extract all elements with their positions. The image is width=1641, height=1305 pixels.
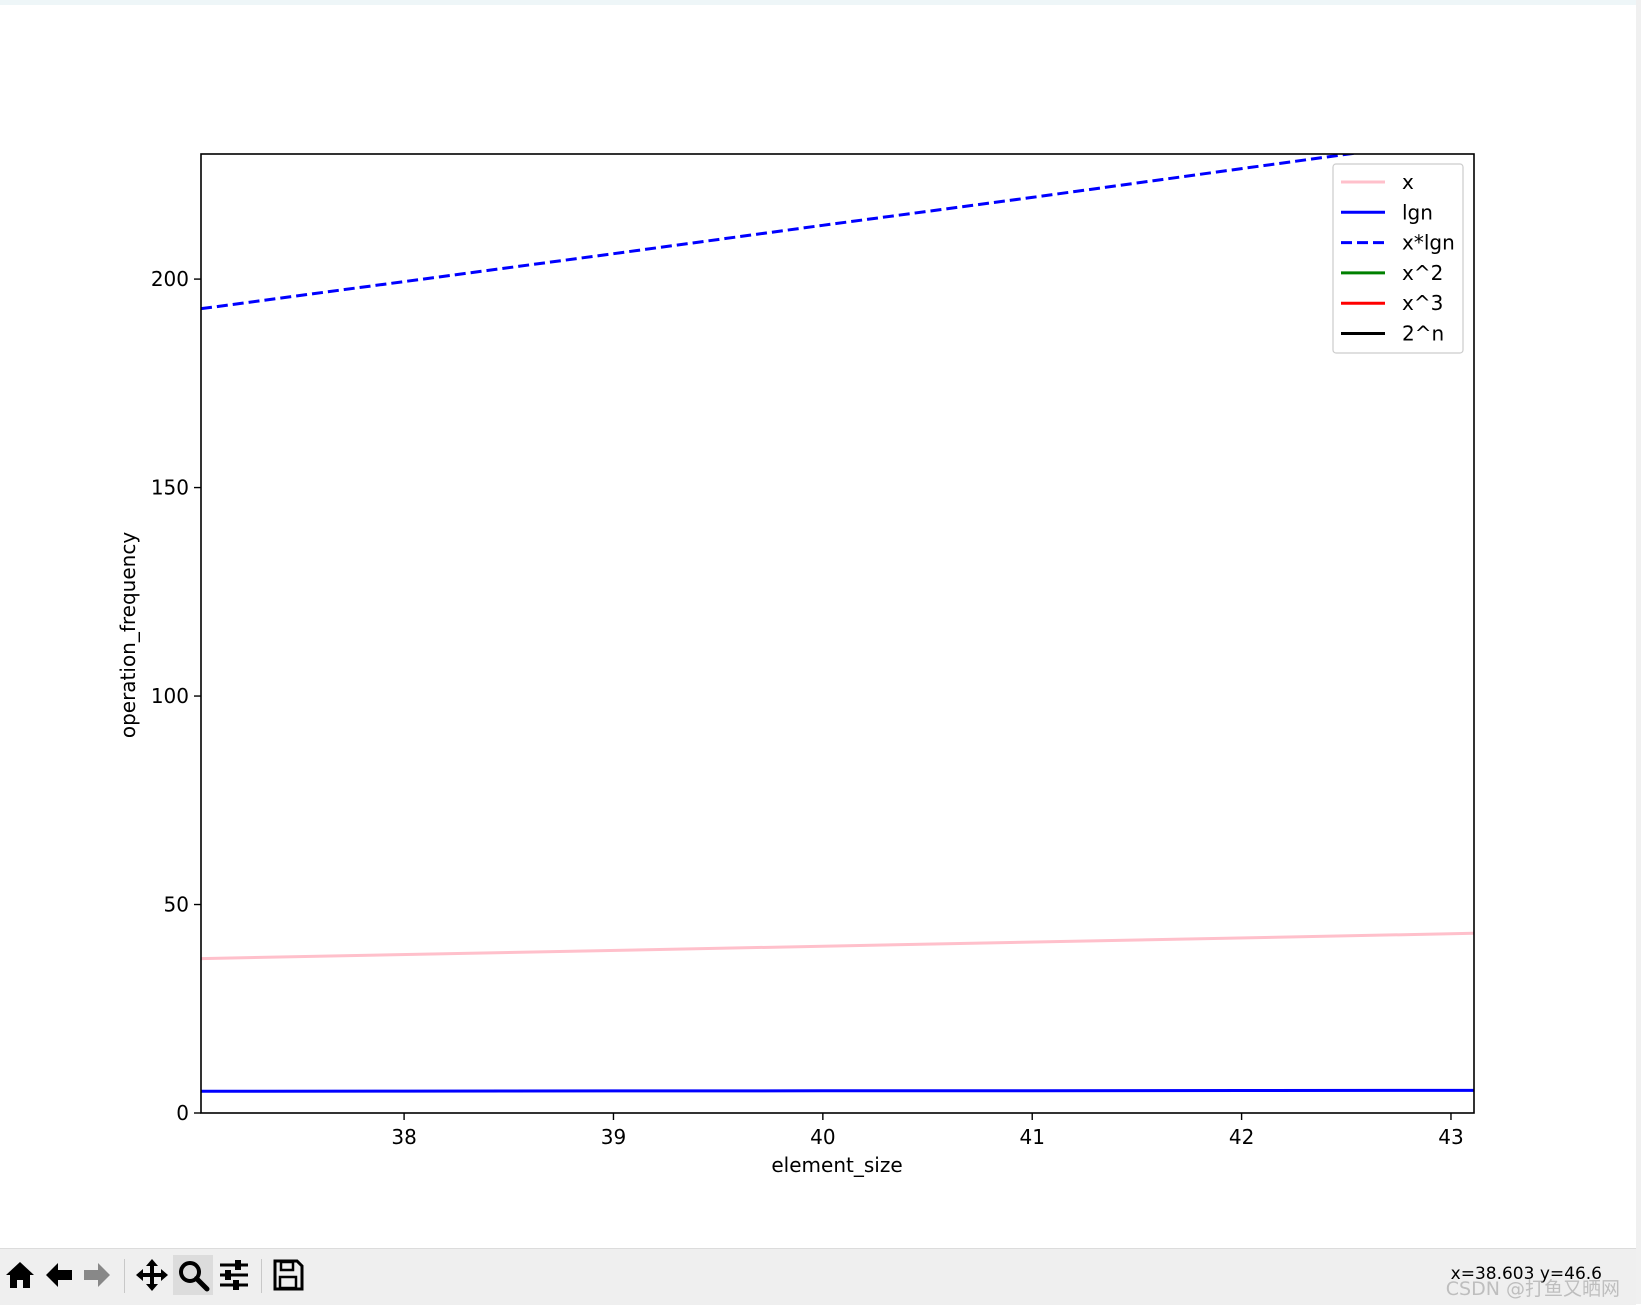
y-tick-label: 200 [151,267,189,291]
legend-label: lgn [1402,200,1433,224]
series-layer [201,154,1474,1093]
y-tick-label: 0 [176,1101,189,1125]
legend-label: 2^n [1402,322,1444,346]
save-button[interactable] [268,1255,308,1295]
series-line-x*lgn [201,154,1360,311]
back-button[interactable] [39,1255,79,1295]
x-tick-label: 39 [601,1125,626,1149]
y-tick-label: 100 [151,684,189,708]
x-axis-ticks: 38 39 40 41 42 43 [391,1113,1464,1149]
y-axis-ticks: 0 50 100 150 200 [151,267,201,1125]
navigation-toolbar: x=38.603 y=46.6 CSDN @打鱼又晒网 [0,1248,1636,1305]
x-tick-label: 43 [1438,1125,1463,1149]
watermark: CSDN @打鱼又晒网 [1445,1278,1620,1300]
legend-label: x^3 [1402,291,1443,315]
pan-button[interactable] [132,1255,172,1295]
x-tick-label: 41 [1019,1125,1044,1149]
toolbar-separator [261,1259,262,1293]
series-line-x [201,931,1474,961]
x-tick-label: 38 [391,1125,416,1149]
x-tick-label: 42 [1229,1125,1254,1149]
magnifier-icon [179,1261,210,1292]
toolbar-separator [124,1259,125,1293]
arrow-left-icon [46,1263,72,1287]
legend: x lgn x*lgn x^2 x^3 2^n [1332,163,1464,354]
chart: 38 39 40 41 42 43 0 50 100 150 200 element_size o… [116,153,1475,1177]
x-tick-label: 40 [810,1125,835,1149]
series-line-lgn [201,1088,1474,1093]
y-tick-label: 50 [164,893,189,917]
move-icon [136,1259,168,1291]
legend-label: x^2 [1402,261,1443,285]
y-tick-label: 150 [151,476,189,500]
y-axis-label: operation_frequency [116,532,140,739]
legend-label: x*lgn [1402,231,1455,255]
sliders-icon [220,1260,248,1290]
plot-frame [200,153,1475,1114]
forward-button[interactable] [77,1255,117,1295]
floppy-disk-icon [273,1259,304,1291]
home-icon [6,1262,34,1288]
legend-label: x [1402,170,1414,194]
zoom-button[interactable] [173,1255,213,1295]
configure-subplots-button[interactable] [214,1255,254,1295]
x-axis-label: element_size [771,1153,902,1177]
home-button[interactable] [0,1255,40,1295]
arrow-right-icon [84,1263,110,1287]
